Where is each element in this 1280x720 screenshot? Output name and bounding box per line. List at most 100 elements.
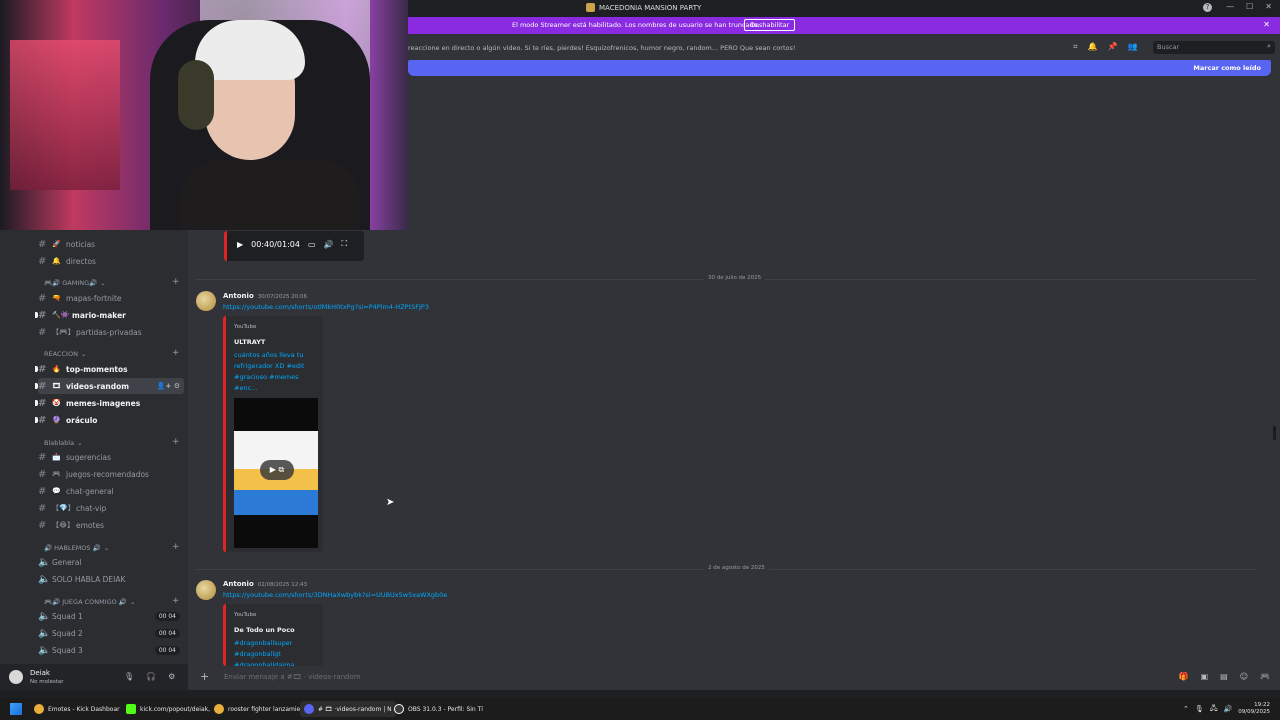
- taskbar-item-label: # 🎞 ·videos-random | N: [318, 705, 392, 713]
- scrollbar[interactable]: [1273, 426, 1276, 440]
- clock-date: 09/09/2025: [1238, 709, 1270, 715]
- add-channel-icon[interactable]: +: [172, 437, 180, 447]
- avatar[interactable]: [196, 291, 216, 311]
- windows-start-icon[interactable]: [10, 703, 22, 715]
- message-input[interactable]: Enviar mensaje a #🎞 · videos-random: [224, 673, 361, 681]
- channel-chat-vip[interactable]: # 【💎】 chat-vip: [38, 500, 184, 516]
- chevron-up-icon[interactable]: ⌃: [1183, 705, 1189, 713]
- taskbar-item[interactable]: # 🎞 ·videos-random | N: [300, 701, 396, 717]
- pin-icon[interactable]: 📌: [1107, 42, 1117, 52]
- channel-settings-icons[interactable]: 👤+ ⚙: [157, 382, 184, 390]
- channel-mario-maker[interactable]: # 🔨👾 mario-maker: [38, 307, 184, 323]
- channel-directos[interactable]: # 🔔 directos: [38, 253, 184, 269]
- play-icon[interactable]: ▶: [237, 240, 243, 249]
- player-time: 00:40/01:04: [251, 239, 300, 249]
- avatar[interactable]: [196, 580, 216, 600]
- play-icon[interactable]: ▶ ⧉: [260, 460, 294, 480]
- headphones-icon[interactable]: 🎧: [146, 672, 156, 681]
- channel-emoji: 【🎮】: [52, 328, 75, 336]
- embed-author[interactable]: ULTRAYT: [234, 338, 265, 346]
- gif-icon[interactable]: ▣: [1201, 672, 1209, 681]
- channel-mapas-fortnite[interactable]: # 🔫 mapas-fortnite: [38, 290, 184, 306]
- hash-icon: #: [38, 519, 47, 531]
- fullscreen-icon[interactable]: ⛶: [342, 239, 348, 249]
- sticker-icon[interactable]: ▤: [1220, 672, 1228, 681]
- webcam-overlay: [0, 0, 408, 230]
- channel-emoji: 【💎】: [52, 504, 75, 512]
- add-channel-icon[interactable]: +: [172, 596, 180, 606]
- members-icon[interactable]: 👥: [1127, 42, 1137, 52]
- taskbar-item[interactable]: kick.com/popout/deiak,: [122, 701, 214, 717]
- captions-icon[interactable]: ▭: [308, 240, 316, 249]
- clock[interactable]: 19:22 09/09/2025: [1238, 702, 1270, 716]
- add-channel-icon[interactable]: +: [172, 277, 180, 287]
- microphone-icon[interactable]: 🎙: [1195, 705, 1204, 713]
- channel-oraculo[interactable]: # 🔮 oráculo: [38, 412, 184, 428]
- channel-label: emotes: [76, 520, 104, 530]
- category-blablabla[interactable]: Blablabla ⌄: [44, 439, 83, 447]
- help-icon[interactable]: ?: [1203, 3, 1212, 12]
- channel-label: Squad 1: [52, 611, 83, 621]
- maximize-icon[interactable]: ☐: [1246, 2, 1253, 11]
- bell-icon[interactable]: 🔔: [1088, 42, 1098, 52]
- volume-icon[interactable]: 🔊: [1224, 705, 1233, 713]
- search-input[interactable]: Buscar ⌕: [1153, 41, 1275, 54]
- network-icon[interactable]: 🖧: [1210, 704, 1218, 715]
- channel-label: directos: [66, 256, 96, 266]
- channel-top-momentos[interactable]: # 🔥 top-momentos: [38, 361, 184, 377]
- gear-icon[interactable]: ⚙: [168, 672, 175, 681]
- video-player[interactable]: ▶ 00:40/01:04 ▭ 🔊 ⛶: [224, 231, 364, 261]
- voice-channel-general[interactable]: 🔈 General: [38, 554, 184, 570]
- volume-icon[interactable]: 🔊: [324, 240, 334, 249]
- threads-icon[interactable]: ⌗: [1073, 42, 1078, 52]
- channel-juegos-recomendados[interactable]: # 🎮 juegos-recomendados: [38, 466, 184, 482]
- category-gaming[interactable]: 🎮🔊 GAMING🔊 ⌄: [44, 279, 106, 287]
- taskbar-item[interactable]: Emotes - Kick Dashboar: [30, 701, 124, 717]
- category-label: 🔊 HABLEMOS 🔊: [44, 544, 101, 552]
- message-author[interactable]: Antonio 02/08/2025 12:43: [223, 580, 307, 588]
- channel-videos-random[interactable]: # 🎞 videos-random 👤+ ⚙: [38, 378, 184, 394]
- channel-emoji: 🔮: [52, 416, 61, 424]
- embed-author[interactable]: De Todo un Poco: [234, 626, 295, 634]
- add-channel-icon[interactable]: +: [172, 348, 180, 358]
- message-link[interactable]: https://youtube.com/shorts/3DNHaXwbybk?s…: [223, 591, 447, 599]
- voice-channel-squad-3[interactable]: 🔈 Squad 3 00 04: [38, 642, 184, 658]
- banner-close-icon[interactable]: ✕: [1263, 20, 1270, 29]
- channel-emotes[interactable]: # 【😂】 emotes: [38, 517, 184, 533]
- avatar[interactable]: [9, 670, 23, 684]
- voice-channel-squad-2[interactable]: 🔈 Squad 2 00 04: [38, 625, 184, 641]
- message-author[interactable]: Antonio 30/07/2025 20:06: [223, 292, 307, 300]
- user-status: No molestar: [30, 679, 64, 685]
- voice-channel-solo-habla-deiak[interactable]: 🔈 SOLO HABLA DEIAK: [38, 571, 184, 587]
- taskbar-item[interactable]: rooster fighter lanzamie: [210, 701, 304, 717]
- minimize-icon[interactable]: —: [1226, 2, 1234, 11]
- apps-icon[interactable]: 🎮: [1260, 672, 1270, 681]
- message-link[interactable]: https://youtube.com/shorts/otlMkH0txPg?s…: [223, 303, 429, 311]
- server-icon: [586, 3, 595, 12]
- video-thumbnail[interactable]: ▶ ⧉: [234, 398, 318, 548]
- disable-streamer-button[interactable]: Deshabilitar: [744, 19, 796, 31]
- channel-partidas-privadas[interactable]: # 【🎮】 partidas-privadas: [38, 324, 184, 340]
- channel-memes-imagenes[interactable]: # 🤡 memes-imagenes: [38, 395, 184, 411]
- channel-noticias[interactable]: # 🚀 noticias: [38, 236, 184, 252]
- gift-icon[interactable]: 🎁: [1179, 672, 1189, 681]
- close-icon[interactable]: ✕: [1265, 2, 1272, 11]
- channel-chat-general[interactable]: # 💬 chat-general: [38, 483, 184, 499]
- channel-emoji: 💬: [52, 487, 61, 495]
- channel-sugerencias[interactable]: # 📩 sugerencias: [38, 449, 184, 465]
- embed-title[interactable]: #dragonballsuper #dragonballgt #dragonba…: [234, 638, 320, 666]
- voice-channel-squad-1[interactable]: 🔈 Squad 1 00 04: [38, 608, 184, 624]
- mark-as-read-button[interactable]: Marcar como leído: [1193, 64, 1261, 72]
- category-juega-conmigo[interactable]: 🎮🔊 JUEGA CONMIGO 🔊 ⌄: [44, 598, 135, 606]
- category-hablemos[interactable]: 🔊 HABLEMOS 🔊 ⌄: [44, 544, 109, 552]
- new-messages-bar[interactable]: Marcar como leído: [408, 60, 1271, 76]
- taskbar-item[interactable]: OBS 31.0.3 - Perfil: Sin Tí: [390, 701, 487, 717]
- chevron-down-icon: ⌄: [80, 350, 87, 358]
- emoji-icon[interactable]: ☺: [1240, 672, 1248, 681]
- attach-plus-icon[interactable]: +: [200, 670, 209, 683]
- add-channel-icon[interactable]: +: [172, 542, 180, 552]
- category-reaccion[interactable]: REACCION ⌄: [44, 350, 86, 358]
- microphone-icon[interactable]: 🎙: [124, 672, 134, 681]
- embed-title[interactable]: cuántos años lleva tu refrigerador XD #e…: [234, 350, 320, 394]
- date-divider-label: 30 de julio de 2025: [704, 275, 766, 281]
